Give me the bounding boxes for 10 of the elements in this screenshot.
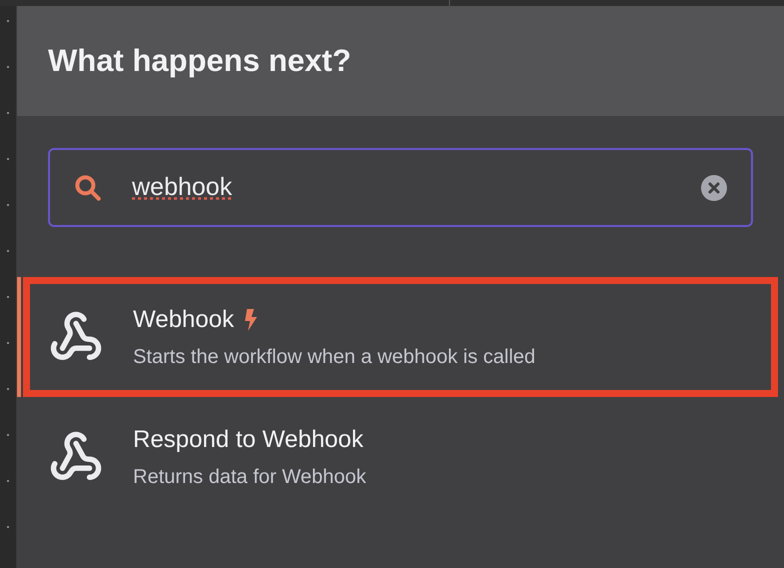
- clear-icon[interactable]: [701, 174, 727, 200]
- node-item[interactable]: Respond to Webhook Returns data for Webhook: [17, 397, 784, 517]
- node-description: Returns data for Webhook: [133, 465, 366, 490]
- node-item[interactable]: Webhook Starts the workflow when a webhook is called: [17, 277, 784, 397]
- search-field[interactable]: webhook: [132, 168, 673, 206]
- node-name: Webhook: [133, 305, 234, 335]
- node-name: Respond to Webhook: [133, 425, 364, 455]
- node-description: Starts the workflow when a webhook is called: [133, 345, 536, 370]
- search-box[interactable]: webhook: [48, 148, 753, 227]
- panel-title: What happens next?: [48, 42, 352, 80]
